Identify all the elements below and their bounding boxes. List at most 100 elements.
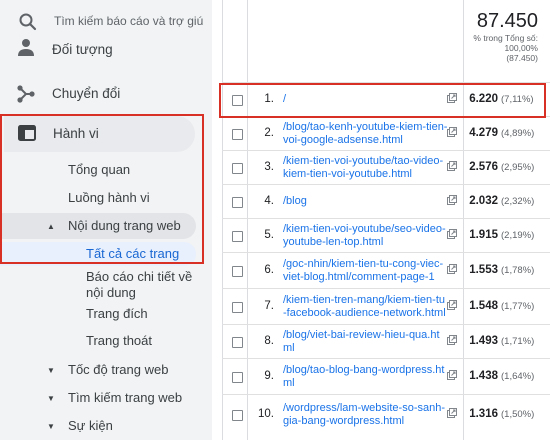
open-in-new-icon[interactable]	[447, 335, 457, 345]
table-row[interactable]: 5. /kiem-tien-voi-youtube/seo-video-youtu…	[222, 218, 550, 253]
caret-down-icon: ▼	[47, 422, 55, 431]
total-count: (87.450)	[506, 53, 538, 63]
open-in-new-icon[interactable]	[447, 161, 457, 171]
nav-conversions-label: Chuyển đổi	[52, 86, 121, 101]
row-index: 5.	[264, 229, 274, 241]
table-row[interactable]: 2. /blog/tao-kenh-youtube-kiem-tien-voi-g…	[222, 116, 550, 151]
table-row[interactable]: 1. / 6.220 (7,11%)	[222, 82, 550, 117]
nav-events[interactable]: ▼ Sự kiện	[0, 413, 212, 439]
total-percent: 100,00%	[504, 43, 538, 53]
page-link[interactable]: /kiem-tien-voi-youtube/tao-video-kiem-ti…	[283, 155, 448, 181]
row-checkbox[interactable]	[232, 129, 243, 140]
data-table: 87.450 % trong Tổng số: 100,00% (87.450)…	[222, 0, 550, 440]
row-index: 4.	[264, 195, 274, 207]
caret-up-icon: ▲	[47, 222, 55, 231]
row-index: 10.	[258, 408, 274, 420]
total-header: 87.450 % trong Tổng số: 100,00% (87.450)	[473, 10, 538, 63]
row-checkbox[interactable]	[232, 163, 243, 174]
open-in-new-icon[interactable]	[447, 264, 457, 274]
nav-overview-label: Tổng quan	[68, 162, 131, 177]
total-value: 87.450	[476, 10, 538, 32]
nav-site-content[interactable]: ▲ Nội dung trang web	[0, 213, 196, 239]
open-in-new-icon[interactable]	[447, 195, 457, 205]
open-in-new-icon[interactable]	[447, 93, 457, 103]
behavior-icon	[18, 125, 36, 141]
open-in-new-icon[interactable]	[447, 127, 457, 137]
nav-conversions[interactable]: Chuyển đổi	[0, 76, 212, 112]
nav-overview[interactable]: Tổng quan	[0, 157, 212, 183]
table-row[interactable]: 4. /blog 2.032 (2,32%)	[222, 184, 550, 219]
table-row[interactable]: 8. /blog/viet-bai-review-hieu-qua.html 1.4…	[222, 324, 550, 359]
page-link[interactable]: /blog/tao-blog-bang-wordpress.html	[283, 364, 448, 390]
table-row[interactable]: 7. /kiem-tien-tren-mang/kiem-tien-tu-face…	[222, 288, 550, 325]
row-percent: (1,71%)	[501, 336, 535, 347]
row-checkbox[interactable]	[232, 266, 243, 277]
page-link[interactable]: /goc-nhin/kiem-tien-tu-cong-viec-viet-bl…	[283, 258, 448, 284]
row-percent: (1,78%)	[501, 265, 535, 276]
row-checkbox[interactable]	[232, 372, 243, 383]
page-link[interactable]: /blog/viet-bai-review-hieu-qua.html	[283, 329, 448, 355]
row-index: 2.	[264, 127, 274, 139]
table-row[interactable]: 10. /wordpress/lam-website-so-sanh-gia-ba…	[222, 394, 550, 435]
row-value: 2.032	[469, 195, 498, 207]
nav-behavior-flow-label: Luồng hành vi	[68, 190, 150, 205]
row-value: 1.493	[469, 335, 498, 347]
nav-site-search-label: Tìm kiếm trang web	[68, 390, 183, 405]
table-row[interactable]: 3. /kiem-tien-voi-youtube/tao-video-kiem-…	[222, 150, 550, 185]
page-link[interactable]: /kiem-tien-tren-mang/kiem-tien-tu-facebo…	[283, 294, 448, 320]
open-in-new-icon[interactable]	[447, 370, 457, 380]
search-icon	[19, 13, 37, 31]
nav-site-search[interactable]: ▼ Tìm kiếm trang web	[0, 385, 212, 411]
nav-all-pages[interactable]: Tất cả các trang	[0, 242, 196, 266]
row-value: 1.915	[469, 229, 498, 241]
page-link[interactable]: /	[283, 93, 448, 106]
nav-all-pages-label: Tất cả các trang	[86, 246, 180, 261]
total-caption: % trong Tổng số:	[473, 33, 538, 43]
row-index: 9.	[264, 370, 274, 382]
row-value: 1.438	[469, 370, 498, 382]
page-link[interactable]: /blog/tao-kenh-youtube-kiem-tien-voi-goo…	[283, 121, 448, 147]
row-index: 8.	[264, 335, 274, 347]
row-percent: (2,19%)	[501, 230, 535, 241]
open-in-new-icon[interactable]	[447, 300, 457, 310]
person-icon	[18, 39, 34, 56]
conversion-icon	[17, 85, 35, 103]
nav-content-drilldown[interactable]: Báo cáo chi tiết về nội dung	[0, 265, 212, 301]
open-in-new-icon[interactable]	[447, 408, 457, 418]
row-index: 7.	[264, 300, 274, 312]
nav-events-label: Sự kiện	[68, 418, 113, 433]
row-value: 1.316	[469, 408, 498, 420]
row-checkbox[interactable]	[232, 231, 243, 242]
search-input[interactable]: Tìm kiếm báo cáo và trợ giú	[54, 14, 203, 28]
row-percent: (7,11%)	[501, 94, 534, 105]
nav-behavior[interactable]: Hành vi	[4, 116, 195, 152]
nav-behavior-flow[interactable]: Luồng hành vi	[0, 185, 212, 211]
row-value: 1.553	[469, 264, 498, 276]
nav-site-speed[interactable]: ▼ Tốc độ trang web	[0, 357, 212, 383]
page-link[interactable]: /wordpress/lam-website-so-sanh-gia-bang-…	[283, 402, 448, 428]
row-percent: (2,32%)	[501, 196, 535, 207]
nav-exit-pages[interactable]: Trang thoát	[0, 329, 212, 353]
row-percent: (1,64%)	[501, 371, 535, 382]
row-value: 2.576	[469, 161, 498, 173]
row-index: 6.	[264, 264, 274, 276]
nav-audience[interactable]: Đối tượng	[0, 34, 212, 70]
row-checkbox[interactable]	[232, 410, 243, 421]
row-checkbox[interactable]	[232, 302, 243, 313]
page-link[interactable]: /blog	[283, 195, 448, 208]
page-link[interactable]: /kiem-tien-voi-youtube/seo-video-youtube…	[283, 223, 448, 249]
table-row[interactable]: 9. /blog/tao-blog-bang-wordpress.html 1.43…	[222, 358, 550, 395]
nav-landing-pages[interactable]: Trang đích	[0, 302, 212, 326]
row-percent: (4,89%)	[501, 128, 535, 139]
caret-down-icon: ▼	[47, 366, 55, 375]
table-row[interactable]: 6. /goc-nhin/kiem-tien-tu-cong-viec-viet-…	[222, 252, 550, 289]
row-checkbox[interactable]	[232, 197, 243, 208]
nav-landing-pages-label: Trang đích	[86, 306, 148, 321]
nav-site-speed-label: Tốc độ trang web	[68, 362, 169, 377]
row-checkbox[interactable]	[232, 95, 243, 106]
sidebar: Tìm kiếm báo cáo và trợ giú Đối tượng Ch…	[0, 0, 212, 440]
row-value: 4.279	[469, 127, 498, 139]
row-checkbox[interactable]	[232, 337, 243, 348]
row-percent: (1,50%)	[501, 409, 535, 420]
open-in-new-icon[interactable]	[447, 229, 457, 239]
